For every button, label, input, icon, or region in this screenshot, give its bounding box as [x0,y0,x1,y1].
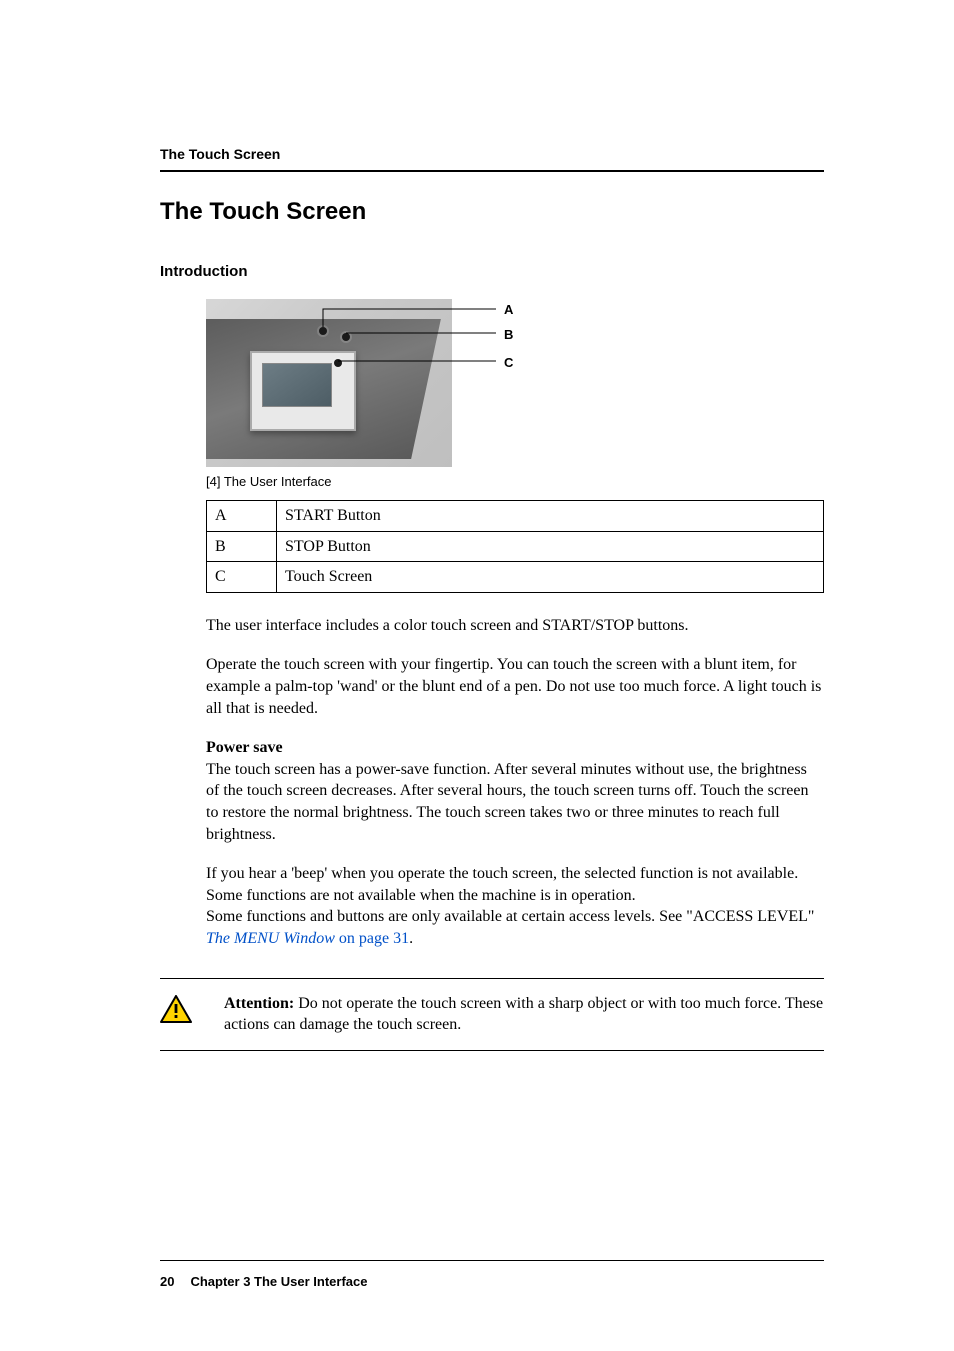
page-number: 20 [160,1274,174,1289]
figure-label-a: A [504,301,513,319]
intro-heading: Introduction [160,262,824,282]
power-save-label: Power save [206,739,283,756]
attention-icon-cell [160,993,206,1023]
legend-desc: STOP Button [277,531,824,562]
link-text-italic: The MENU Window [206,930,335,947]
warning-triangle-icon [160,995,192,1023]
table-row: C Touch Screen [207,562,824,593]
attention-body: Do not operate the touch screen with a s… [224,995,823,1034]
figure-block: A B C [4] The User Interface [206,299,824,491]
paragraph: The user interface includes a color touc… [206,615,824,637]
stop-button-graphic [342,333,350,341]
text-span: Some functions and buttons are only avai… [206,908,814,925]
screen-dot-graphic [334,359,342,367]
header-rule [160,170,824,172]
paragraph: The touch screen has a power-save functi… [206,759,824,845]
footer-rule [160,1260,824,1261]
attention-text: Attention: Do not operate the touch scre… [224,993,824,1036]
figure-label-c: C [504,354,513,372]
legend-table: A START Button B STOP Button C Touch Scr… [206,500,824,593]
power-save-heading: Power save [206,737,824,759]
table-row: A START Button [207,501,824,532]
attention-block: Attention: Do not operate the touch scre… [160,978,824,1051]
legend-key: B [207,531,277,562]
footer: 20 Chapter 3 The User Interface [160,1273,367,1291]
legend-key: C [207,562,277,593]
attention-row: Attention: Do not operate the touch scre… [160,979,824,1050]
paragraph: If you hear a 'beep' when you operate th… [206,863,824,906]
content-block: A B C [4] The User Interface A START But… [206,299,824,950]
legend-desc: Touch Screen [277,562,824,593]
figure-caption: [4] The User Interface [206,473,824,491]
legend-key: A [207,501,277,532]
footer-chapter: Chapter 3 The User Interface [190,1274,367,1289]
figure-label-b: B [504,326,513,344]
figure-wrap: A B C [206,299,546,467]
paragraph: Operate the touch screen with your finge… [206,654,824,719]
running-head: The Touch Screen [160,145,824,164]
start-button-graphic [319,327,327,335]
text-span: . [409,930,413,947]
figure-image [206,299,452,467]
attention-rule-bottom [160,1050,824,1051]
attention-label: Attention: [224,995,294,1012]
menu-window-link[interactable]: The MENU Window on page 31 [206,930,409,947]
paragraph: Some functions and buttons are only avai… [206,906,824,949]
legend-desc: START Button [277,501,824,532]
table-row: B STOP Button [207,531,824,562]
section-title: The Touch Screen [160,196,824,228]
document-page: The Touch Screen The Touch Screen Introd… [0,0,954,1351]
link-text-rest: on page 31 [335,930,409,947]
